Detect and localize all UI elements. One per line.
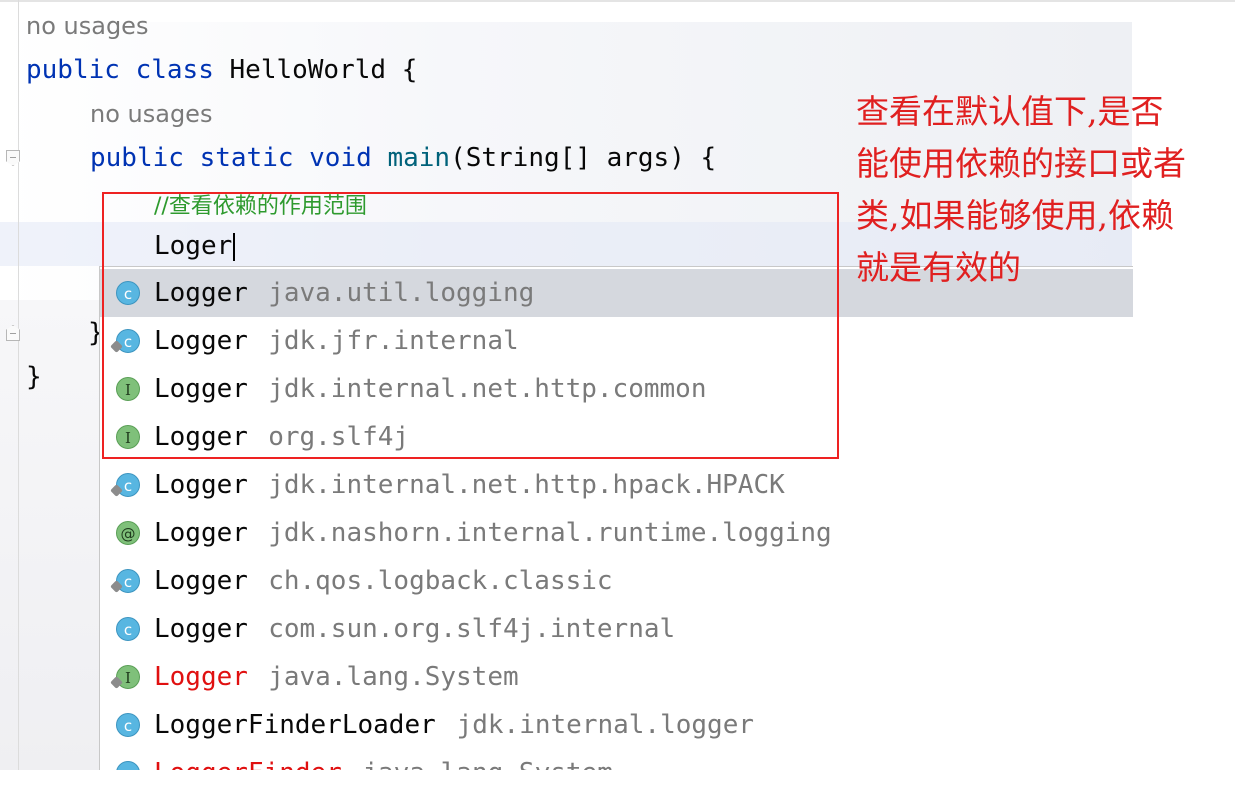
completion-item-package: ch.qos.logback.classic bbox=[268, 566, 613, 596]
completion-item-package: jdk.internal.logger bbox=[456, 710, 755, 740]
annotation-icon: @ bbox=[116, 521, 140, 545]
class-name: HelloWorld bbox=[229, 55, 387, 85]
visibility-lock-icon bbox=[110, 676, 123, 689]
class-icon: c bbox=[116, 281, 140, 305]
usages-hint-method[interactable]: no usages bbox=[90, 100, 212, 128]
class-icon: c bbox=[110, 569, 140, 593]
class-declaration-line[interactable]: public class HelloWorld { bbox=[26, 55, 417, 85]
keyword-void: void bbox=[309, 143, 372, 173]
completion-item-package: org.slf4j bbox=[268, 422, 410, 452]
class-icon: c bbox=[116, 617, 140, 641]
keyword-class: class bbox=[135, 55, 214, 85]
completion-item-name: Logger bbox=[154, 278, 248, 308]
completion-item-name: Logger bbox=[154, 662, 248, 692]
keyword-public: public bbox=[90, 143, 184, 173]
class-open-brace: { bbox=[401, 55, 418, 85]
keyword-static: static bbox=[199, 143, 294, 173]
method-params: (String[] args) { bbox=[450, 143, 717, 173]
method-name: main bbox=[387, 143, 451, 173]
completion-item-name: Logger bbox=[154, 422, 248, 452]
class-icon: c bbox=[110, 473, 140, 497]
visibility-lock-icon bbox=[110, 484, 123, 497]
completion-item-package: com.sun.org.slf4j.internal bbox=[268, 614, 676, 644]
completion-item-name: Logger bbox=[154, 566, 248, 596]
completion-item[interactable]: @ Logger jdk.nashorn.internal.runtime.logg… bbox=[100, 509, 1133, 557]
completion-item-package: java.lang.System bbox=[268, 662, 519, 692]
completion-item[interactable]: c Logger ch.qos.logback.classic bbox=[100, 557, 1133, 605]
completion-item[interactable]: I Logger java.lang.System bbox=[100, 653, 1133, 701]
typed-code-line[interactable]: Loger bbox=[154, 231, 236, 261]
usages-hint-class[interactable]: no usages bbox=[26, 12, 148, 40]
text-cursor bbox=[233, 232, 236, 261]
completion-item-package: jdk.internal.net.http.hpack.HPACK bbox=[268, 470, 785, 500]
completion-item-package: java.util.logging bbox=[268, 278, 535, 308]
editor-background-lower bbox=[0, 300, 100, 770]
interface-icon: I bbox=[110, 665, 140, 689]
annotation-note: 查看在默认值下,是否能使用依赖的接口或者类,如果能够使用,依赖就是有效的 bbox=[856, 92, 1186, 287]
completion-item-name: Logger bbox=[154, 470, 248, 500]
class-icon: c bbox=[116, 761, 140, 770]
completion-item-package: jdk.internal.net.http.common bbox=[268, 374, 707, 404]
class-close-brace: } bbox=[26, 362, 42, 392]
keyword-public: public bbox=[26, 55, 120, 85]
code-completion-popup[interactable]: c Logger java.util.logging c Logger jdk.jfr.i… bbox=[99, 266, 1133, 770]
completion-item-name: Logger bbox=[154, 614, 248, 644]
interface-icon: I bbox=[116, 377, 140, 401]
visibility-lock-icon bbox=[110, 340, 123, 353]
method-declaration-line[interactable]: public static void main(String[] args) { bbox=[90, 143, 716, 173]
completion-item[interactable]: c LoggerFinder java.lang.System bbox=[100, 749, 1133, 770]
code-comment: //查看依赖的作用范围 bbox=[154, 194, 367, 219]
completion-item-name: LoggerFinder bbox=[154, 758, 342, 770]
class-icon: c bbox=[110, 329, 140, 353]
completion-item[interactable]: c Logger jdk.internal.net.http.hpack.HPACK bbox=[100, 461, 1133, 509]
completion-item-name: Logger bbox=[154, 326, 248, 356]
editor-top-border bbox=[0, 0, 1235, 2]
interface-icon: I bbox=[116, 425, 140, 449]
completion-item[interactable]: I Logger org.slf4j bbox=[100, 413, 1133, 461]
class-icon: c bbox=[116, 713, 140, 737]
completion-item-name: Logger bbox=[154, 374, 248, 404]
typed-text: Loger bbox=[154, 231, 233, 261]
completion-item-package: jdk.nashorn.internal.runtime.logging bbox=[268, 518, 832, 548]
gutter-divider bbox=[18, 0, 19, 770]
completion-item-name: Logger bbox=[154, 518, 248, 548]
completion-item[interactable]: c LoggerFinderLoader jdk.internal.logger bbox=[100, 701, 1133, 749]
completion-item[interactable]: I Logger jdk.internal.net.http.common bbox=[100, 365, 1133, 413]
completion-item-package: jdk.jfr.internal bbox=[268, 326, 519, 356]
completion-item-package: java.lang.System bbox=[362, 758, 612, 770]
completion-item[interactable]: c Logger com.sun.org.slf4j.internal bbox=[100, 605, 1133, 653]
visibility-lock-icon bbox=[110, 580, 123, 593]
completion-item[interactable]: c Logger jdk.jfr.internal bbox=[100, 317, 1133, 365]
completion-item-name: LoggerFinderLoader bbox=[154, 710, 436, 740]
